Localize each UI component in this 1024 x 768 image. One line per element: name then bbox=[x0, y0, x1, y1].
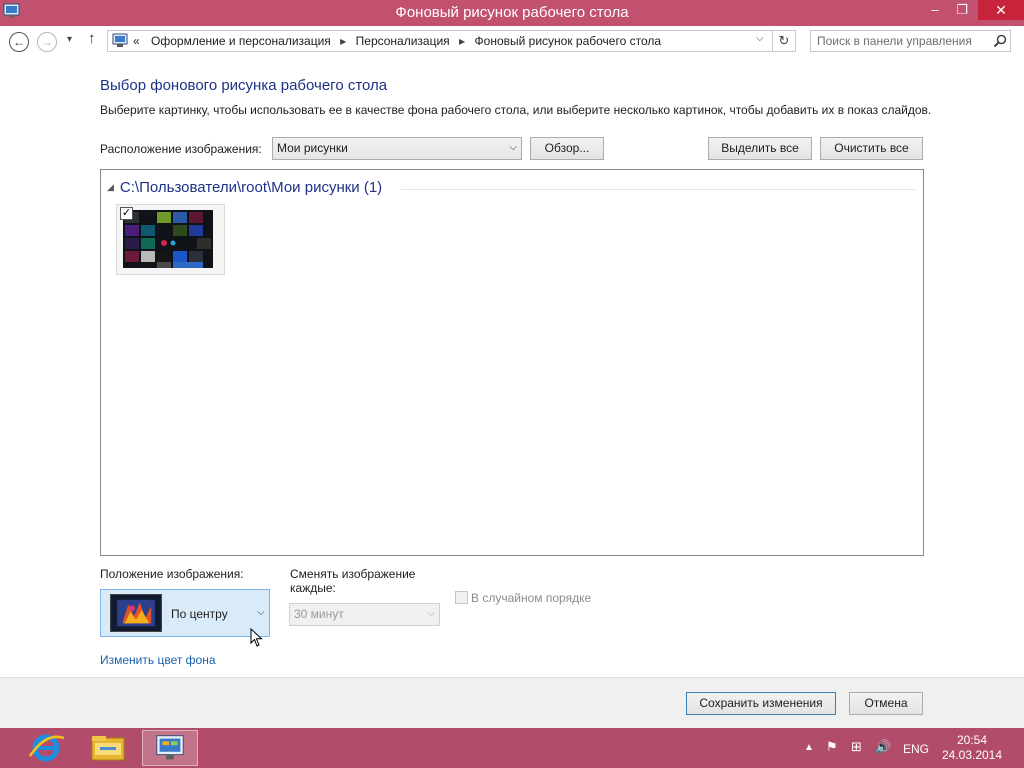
window-title: Фоновый рисунок рабочего стола bbox=[395, 4, 629, 21]
clock-date: 24.03.2014 bbox=[941, 748, 1003, 762]
input-language-indicator[interactable]: ENG bbox=[903, 742, 929, 756]
breadcrumb-item-personalization[interactable]: Персонализация bbox=[356, 34, 450, 48]
recent-locations-button[interactable]: ▾ bbox=[67, 34, 72, 45]
search-input[interactable] bbox=[817, 34, 987, 48]
title-bar: Фоновый рисунок рабочего стола – ❐ ✕ bbox=[0, 0, 1024, 26]
browse-button[interactable]: Обзор... bbox=[530, 137, 604, 160]
change-background-color-link[interactable]: Изменить цвет фона bbox=[100, 653, 216, 667]
address-bar[interactable]: « Оформление и персонализация ▶ Персонал… bbox=[107, 30, 773, 52]
breadcrumb-separator-icon[interactable]: ▶ bbox=[340, 37, 346, 46]
wallpaper-thumbnail[interactable]: ✓ bbox=[116, 204, 225, 275]
position-preview-image bbox=[110, 594, 162, 632]
minimize-button[interactable]: – bbox=[922, 0, 948, 20]
navigation-bar: ← → ▾ ↑ « Оформление и персонализация ▶ … bbox=[0, 26, 1024, 56]
network-icon[interactable]: ⊞ bbox=[851, 739, 862, 755]
group-divider bbox=[401, 189, 916, 190]
search-box bbox=[810, 30, 1011, 52]
wallpaper-image bbox=[123, 210, 213, 268]
refresh-button[interactable]: ↻ bbox=[773, 30, 796, 52]
control-panel-icon bbox=[112, 33, 128, 47]
clear-all-button[interactable]: Очистить все bbox=[820, 137, 923, 160]
picture-position-dropdown[interactable]: По центру ⌵ bbox=[100, 589, 270, 637]
checkmark-icon: ✓ bbox=[121, 207, 132, 219]
chevron-down-icon: ⌵ bbox=[257, 607, 265, 618]
taskbar: ▲ ⚑ ⊞ 🔊 ENG 20:54 24.03.2014 bbox=[0, 728, 1024, 768]
close-button[interactable]: ✕ bbox=[978, 0, 1024, 20]
picture-gallery[interactable]: ◢ C:\Пользователи\root\Мои рисунки (1) ✓ bbox=[100, 169, 924, 556]
back-button[interactable]: ← bbox=[9, 32, 29, 52]
show-hidden-icons-button[interactable]: ▲ bbox=[804, 742, 814, 753]
up-button[interactable]: ↑ bbox=[88, 30, 96, 47]
picture-location-value: Мои рисунки bbox=[277, 141, 348, 155]
breadcrumb-item-desktop-background[interactable]: Фоновый рисунок рабочего стола bbox=[475, 34, 662, 48]
control-panel-taskbar-icon[interactable] bbox=[142, 730, 198, 766]
clock-time: 20:54 bbox=[956, 733, 988, 747]
change-interval-value: 30 минут bbox=[294, 607, 344, 621]
mouse-pointer-icon bbox=[250, 628, 263, 647]
breadcrumb-overflow[interactable]: « bbox=[133, 34, 140, 48]
address-dropdown-icon[interactable]: ⌵ bbox=[756, 33, 764, 44]
breadcrumb: « Оформление и персонализация ▶ Персонал… bbox=[133, 34, 661, 48]
shuffle-checkbox[interactable] bbox=[455, 591, 468, 604]
collapse-triangle-icon[interactable]: ◢ bbox=[107, 182, 114, 192]
save-changes-button[interactable]: Сохранить изменения bbox=[686, 692, 836, 715]
group-header[interactable]: ◢ C:\Пользователи\root\Мои рисунки (1) bbox=[107, 179, 382, 196]
picture-location-dropdown[interactable]: Мои рисунки ⌵ bbox=[272, 137, 522, 160]
picture-location-label: Расположение изображения: bbox=[100, 142, 262, 156]
shuffle-label: В случайном порядке bbox=[471, 591, 592, 605]
restore-button[interactable]: ❐ bbox=[949, 0, 975, 20]
picture-position-value: По центру bbox=[171, 607, 228, 621]
search-icon[interactable] bbox=[992, 33, 1008, 49]
change-interval-label: Сменять изображение каждые: bbox=[290, 567, 416, 595]
internet-explorer-icon[interactable] bbox=[18, 730, 74, 766]
volume-icon[interactable]: 🔊 bbox=[875, 739, 891, 755]
dialog-footer: Сохранить изменения Отмена bbox=[0, 677, 1024, 728]
chevron-down-icon: ⌵ bbox=[427, 608, 435, 619]
chevron-down-icon: ⌵ bbox=[509, 142, 517, 153]
group-title: C:\Пользователи\root\Мои рисунки (1) bbox=[119, 179, 383, 196]
select-all-button[interactable]: Выделить все bbox=[708, 137, 812, 160]
breadcrumb-item-appearance[interactable]: Оформление и персонализация bbox=[151, 34, 331, 48]
page-title: Выбор фонового рисунка рабочего стола bbox=[100, 77, 388, 94]
action-center-flag-icon[interactable]: ⚑ bbox=[826, 739, 838, 755]
file-explorer-icon[interactable] bbox=[80, 730, 136, 766]
change-interval-dropdown[interactable]: 30 минут ⌵ bbox=[289, 603, 440, 626]
thumbnail-checkbox[interactable]: ✓ bbox=[120, 207, 133, 220]
page-description: Выберите картинку, чтобы использовать ее… bbox=[100, 103, 932, 117]
picture-position-label: Положение изображения: bbox=[100, 567, 244, 581]
clock[interactable]: 20:54 24.03.2014 bbox=[940, 733, 1004, 763]
cancel-button[interactable]: Отмена bbox=[849, 692, 923, 715]
breadcrumb-separator-icon[interactable]: ▶ bbox=[459, 37, 465, 46]
forward-button[interactable]: → bbox=[37, 32, 57, 52]
